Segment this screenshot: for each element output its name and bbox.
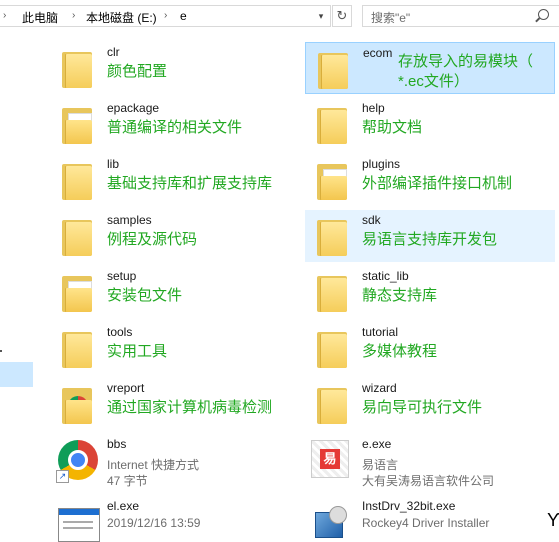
history-dropdown-icon[interactable]: ▾ bbox=[313, 11, 329, 25]
folder-epackage[interactable]: epackage 普通编译的相关文件 bbox=[50, 98, 300, 150]
file-bbs[interactable]: ↗ bbs Internet 快捷方式 47 字节 bbox=[50, 434, 300, 490]
window-exe-icon bbox=[56, 506, 102, 542]
folder-icon bbox=[317, 384, 351, 424]
item-description: 普通编译的相关文件 bbox=[107, 119, 243, 136]
folder-icon bbox=[317, 328, 351, 368]
address-bar-area: › 此电脑 › 本地磁盘 (E:) › e ▾ ↻ 搜索"e" bbox=[0, 0, 559, 32]
item-description: 基础支持库和扩展支持库 bbox=[107, 175, 273, 192]
item-name: vreport bbox=[107, 381, 145, 395]
item-description: 外部编译插件接口机制 bbox=[362, 175, 513, 192]
folder-icon bbox=[317, 272, 351, 312]
folder-with-chrome-icon bbox=[62, 384, 96, 424]
folder-sdk[interactable]: sdk 易语言支持库开发包 bbox=[305, 210, 555, 262]
file-el-exe[interactable]: el.exe 2019/12/16 13:59 bbox=[50, 496, 300, 542]
mouse-cursor-icon: ϒ bbox=[547, 510, 559, 530]
folder-tutorial[interactable]: tutorial 多媒体教程 bbox=[305, 322, 555, 374]
folder-clr[interactable]: clr 颜色配置 bbox=[50, 42, 300, 94]
chevron-right-icon[interactable]: › bbox=[72, 10, 75, 21]
item-name: sdk bbox=[362, 213, 381, 227]
folder-plugins[interactable]: plugins 外部编译插件接口机制 bbox=[305, 154, 555, 206]
item-company: 大有吴涛易语言软件公司 bbox=[362, 474, 495, 488]
folder-samples[interactable]: samples 例程及源代码 bbox=[50, 210, 300, 262]
item-name: static_lib bbox=[362, 269, 409, 283]
item-description: 颜色配置 bbox=[107, 63, 168, 80]
chrome-shortcut-icon: ↗ bbox=[56, 438, 102, 484]
chevron-right-icon[interactable]: › bbox=[164, 10, 167, 21]
item-date: 2019/12/16 13:59 bbox=[107, 516, 201, 530]
folder-icon bbox=[317, 216, 351, 256]
search-box[interactable]: 搜索"e" bbox=[362, 5, 559, 27]
breadcrumb-drive-e[interactable]: 本地磁盘 (E:) bbox=[86, 9, 157, 26]
item-description: 安装包文件 bbox=[107, 287, 183, 304]
chevron-right-icon[interactable]: › bbox=[3, 10, 6, 21]
item-description: 实用工具 bbox=[107, 343, 168, 360]
folder-icon bbox=[62, 48, 96, 88]
item-name: samples bbox=[107, 213, 152, 227]
folder-icon bbox=[62, 160, 96, 200]
item-name: epackage bbox=[107, 101, 160, 115]
item-description: 通过国家计算机病毒检测 bbox=[107, 399, 273, 416]
folder-with-files-icon bbox=[62, 104, 96, 144]
item-name: setup bbox=[107, 269, 137, 283]
item-name: help bbox=[362, 101, 385, 115]
file-instdrv-exe[interactable]: InstDrv_32bit.exe Rockey4 Driver Install… bbox=[305, 496, 555, 538]
folder-ecom[interactable]: ecom 存放导入的易模块（ *.ec文件） bbox=[305, 42, 555, 94]
item-name: tools bbox=[107, 325, 133, 339]
folder-tools[interactable]: tools 实用工具 bbox=[50, 322, 300, 374]
item-description: Rockey4 Driver Installer bbox=[362, 516, 490, 530]
item-name: tutorial bbox=[362, 325, 399, 339]
item-description: 易语言 bbox=[362, 458, 399, 472]
item-description-continued: *.ec文件） bbox=[398, 73, 469, 90]
folder-lib[interactable]: lib 基础支持库和扩展支持库 bbox=[50, 154, 300, 206]
item-name: el.exe bbox=[107, 499, 140, 513]
folder-wizard[interactable]: wizard 易向导可执行文件 bbox=[305, 378, 555, 430]
folder-with-files-icon bbox=[62, 272, 96, 312]
folder-icon bbox=[62, 216, 96, 256]
item-description: 易向导可执行文件 bbox=[362, 399, 483, 416]
nav-pane-marker bbox=[0, 350, 2, 352]
nav-pane-selected-item[interactable] bbox=[0, 362, 33, 387]
item-name: InstDrv_32bit.exe bbox=[362, 499, 456, 513]
item-name: plugins bbox=[362, 157, 401, 171]
item-description: 帮助文档 bbox=[362, 119, 423, 136]
item-description: 例程及源代码 bbox=[107, 231, 198, 248]
item-description: 存放导入的易模块（ bbox=[398, 53, 534, 70]
search-placeholder: 搜索"e" bbox=[371, 11, 411, 25]
folder-help[interactable]: help 帮助文档 bbox=[305, 98, 555, 150]
item-name: ecom bbox=[363, 46, 393, 60]
item-name: e.exe bbox=[362, 437, 392, 451]
folder-with-files-icon bbox=[317, 160, 351, 200]
shortcut-arrow-icon: ↗ bbox=[56, 470, 69, 483]
breadcrumb-this-pc[interactable]: 此电脑 bbox=[22, 9, 58, 26]
item-name: bbs bbox=[107, 437, 127, 451]
refresh-button[interactable]: ↻ bbox=[332, 5, 352, 27]
item-type: Internet 快捷方式 bbox=[107, 458, 200, 472]
search-icon bbox=[538, 9, 549, 20]
folder-icon bbox=[317, 104, 351, 144]
folder-icon bbox=[318, 49, 352, 89]
folder-setup[interactable]: setup 安装包文件 bbox=[50, 266, 300, 318]
item-description: 静态支持库 bbox=[362, 287, 438, 304]
item-name: lib bbox=[107, 157, 120, 171]
file-e-exe[interactable]: 易 e.exe 易语言 大有吴涛易语言软件公司 bbox=[305, 434, 555, 490]
item-name: clr bbox=[107, 45, 120, 59]
folder-icon bbox=[62, 328, 96, 368]
e-language-icon: 易 bbox=[309, 438, 353, 482]
folder-static-lib[interactable]: static_lib 静态支持库 bbox=[305, 266, 555, 318]
item-size: 47 字节 bbox=[107, 474, 148, 488]
item-name: wizard bbox=[362, 381, 397, 395]
breadcrumb-folder-e[interactable]: e bbox=[180, 9, 187, 23]
item-description: 易语言支持库开发包 bbox=[362, 231, 498, 248]
folder-vreport[interactable]: vreport 通过国家计算机病毒检测 bbox=[50, 378, 300, 430]
item-description: 多媒体教程 bbox=[362, 343, 438, 360]
address-bar[interactable]: › 此电脑 › 本地磁盘 (E:) › e ▾ bbox=[0, 5, 331, 27]
